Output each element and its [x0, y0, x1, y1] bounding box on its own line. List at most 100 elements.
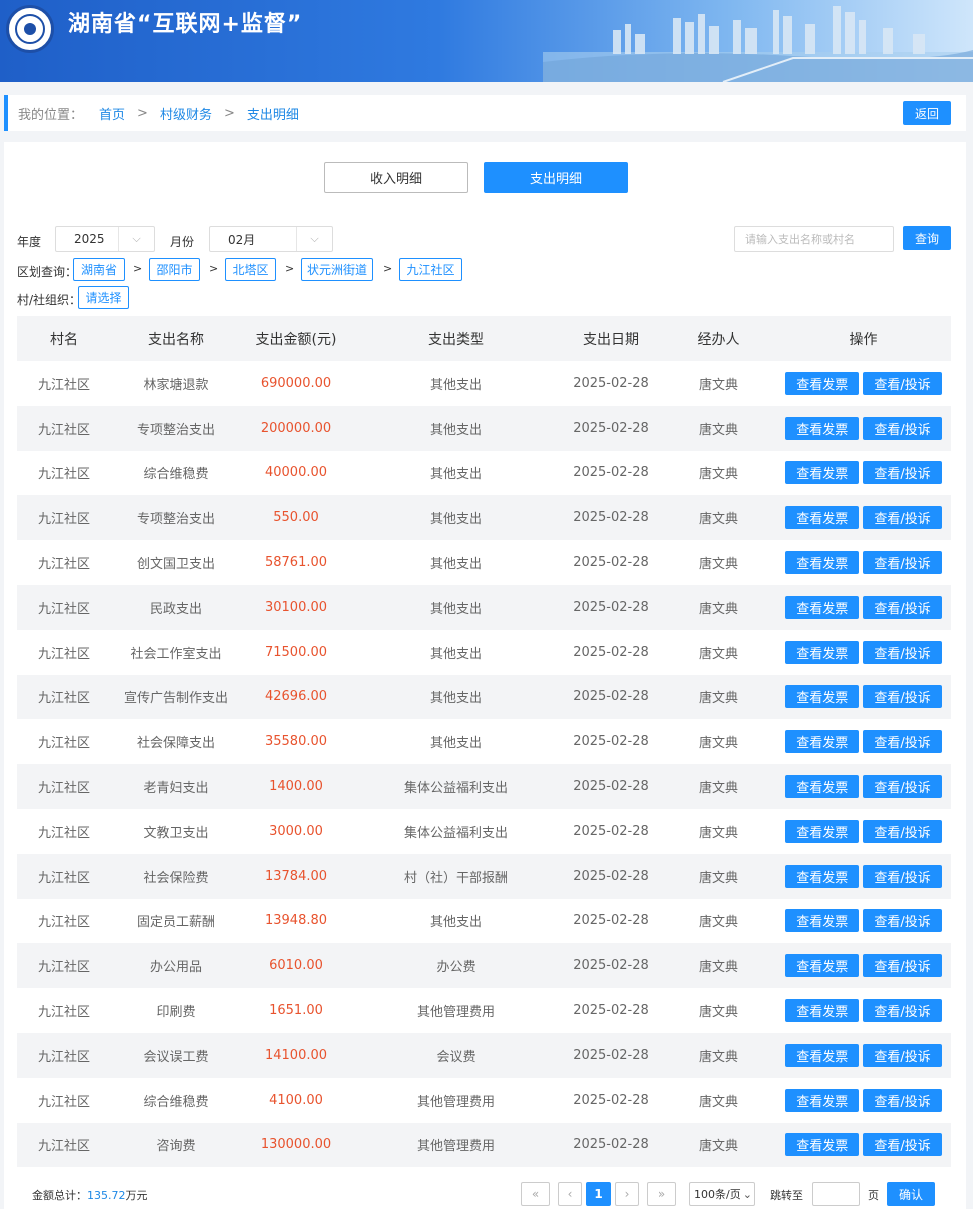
page-size-select[interactable]: 100条/页 ⌄: [689, 1182, 755, 1206]
cell-actions: 查看发票 查看/投诉: [776, 819, 951, 843]
view-complaint-button[interactable]: 查看/投诉: [863, 551, 942, 575]
view-invoice-button[interactable]: 查看发票: [785, 1133, 860, 1157]
view-invoice-button[interactable]: 查看发票: [785, 416, 860, 440]
view-invoice-button[interactable]: 查看发票: [785, 909, 860, 933]
view-invoice-button[interactable]: 查看发票: [785, 819, 860, 843]
cell-type: 其他管理费用: [416, 1139, 495, 1155]
page-1-button[interactable]: 1: [586, 1182, 611, 1206]
cell-actions: 查看发票 查看/投诉: [776, 371, 951, 395]
view-complaint-button[interactable]: 查看/投诉: [863, 461, 942, 485]
cell-village: 九江社区: [37, 646, 90, 662]
cell-amount: 1651.00: [269, 1003, 323, 1019]
view-invoice-button[interactable]: 查看发票: [785, 954, 860, 978]
view-complaint-button[interactable]: 查看/投诉: [863, 416, 942, 440]
header-amount: 支出金额(元): [255, 331, 337, 348]
jump-page-input[interactable]: [812, 1182, 860, 1206]
search-button[interactable]: 查询: [903, 226, 951, 250]
view-invoice-button[interactable]: 查看发票: [785, 775, 860, 799]
first-page-icon[interactable]: «: [521, 1182, 550, 1206]
view-invoice-button[interactable]: 查看发票: [785, 595, 860, 619]
cell-amount: 35580.00: [264, 734, 328, 750]
cell-actions: 查看发票 查看/投诉: [776, 461, 951, 485]
search-input[interactable]: [734, 226, 894, 252]
year-select[interactable]: 2025 ⌵: [55, 226, 155, 252]
view-invoice-button[interactable]: 查看发票: [785, 461, 860, 485]
view-complaint-button[interactable]: 查看/投诉: [863, 954, 942, 978]
cell-village: 九江社区: [37, 915, 90, 931]
last-page-icon[interactable]: »: [647, 1182, 676, 1206]
org-select[interactable]: 请选择: [78, 286, 129, 309]
table-row: 九江社区 社会保障支出 35580.00 其他支出 2025-02-28 唐文典 查看发票查…: [17, 719, 951, 764]
cell-type: 其他支出: [429, 691, 482, 707]
cell-amount: 690000.00: [260, 375, 332, 391]
cell-actions: 查看发票 查看/投诉: [776, 909, 951, 933]
cell-village: 九江社区: [37, 601, 90, 617]
cell-handler: 唐文典: [698, 1094, 738, 1110]
table-row: 九江社区 林家塘退款 690000.00 其他支出 2025-02-28 唐文典 查看发票查…: [17, 361, 951, 406]
region-province[interactable]: 湖南省: [73, 258, 125, 281]
back-button[interactable]: 返回: [902, 101, 951, 125]
breadcrumb-current[interactable]: 支出明细: [247, 104, 299, 123]
cell-handler: 唐文典: [698, 377, 738, 393]
prev-page-icon[interactable]: ‹: [558, 1182, 582, 1206]
cell-amount: 4100.00: [269, 1092, 323, 1108]
tab-expense-detail[interactable]: 支出明细: [484, 162, 628, 193]
cell-amount: 40000.00: [264, 465, 328, 481]
cell-date: 2025-02-28: [573, 1047, 649, 1063]
view-invoice-button[interactable]: 查看发票: [785, 864, 860, 888]
view-complaint-button[interactable]: 查看/投诉: [863, 730, 942, 754]
tab-income-detail[interactable]: 收入明细: [324, 162, 468, 193]
cell-amount: 130000.00: [260, 1137, 332, 1153]
view-invoice-button[interactable]: 查看发票: [785, 640, 860, 664]
view-invoice-button[interactable]: 查看发票: [785, 1088, 860, 1112]
view-complaint-button[interactable]: 查看/投诉: [863, 1043, 942, 1067]
view-complaint-button[interactable]: 查看/投诉: [863, 819, 942, 843]
view-complaint-button[interactable]: 查看/投诉: [863, 640, 942, 664]
view-complaint-button[interactable]: 查看/投诉: [863, 595, 942, 619]
view-complaint-button[interactable]: 查看/投诉: [863, 685, 942, 709]
view-complaint-button[interactable]: 查看/投诉: [863, 371, 942, 395]
cell-name: 文教卫支出: [143, 825, 209, 841]
view-invoice-button[interactable]: 查看发票: [785, 506, 860, 530]
view-invoice-button[interactable]: 查看发票: [785, 551, 860, 575]
cell-date: 2025-02-28: [573, 1092, 649, 1108]
cell-name: 老青妇支出: [143, 781, 209, 797]
cell-date: 2025-02-28: [573, 734, 649, 750]
total-value: 135.72: [87, 1189, 126, 1202]
view-complaint-button[interactable]: 查看/投诉: [863, 1133, 942, 1157]
view-invoice-button[interactable]: 查看发票: [785, 1043, 860, 1067]
cell-village: 九江社区: [37, 870, 90, 886]
cell-type: 办公费: [436, 960, 476, 976]
cell-amount: 30100.00: [264, 599, 328, 615]
cell-amount: 550.00: [273, 510, 319, 526]
org-label: 村/社组织：: [17, 293, 82, 307]
chevron-down-icon: ⌄: [742, 1187, 752, 1201]
cell-type: 其他支出: [429, 646, 482, 662]
view-invoice-button[interactable]: 查看发票: [785, 999, 860, 1023]
view-complaint-button[interactable]: 查看/投诉: [863, 999, 942, 1023]
view-invoice-button[interactable]: 查看发票: [785, 730, 860, 754]
view-invoice-button[interactable]: 查看发票: [785, 685, 860, 709]
cell-village: 九江社区: [37, 825, 90, 841]
view-complaint-button[interactable]: 查看/投诉: [863, 1088, 942, 1112]
cell-date: 2025-02-28: [573, 420, 649, 436]
breadcrumb-home-link[interactable]: 首页: [99, 104, 125, 123]
region-street[interactable]: 状元洲街道: [301, 258, 373, 281]
region-district[interactable]: 北塔区: [225, 258, 276, 281]
view-invoice-button[interactable]: 查看发票: [785, 371, 860, 395]
month-select[interactable]: 02月 ⌵: [209, 226, 333, 252]
next-page-icon[interactable]: ›: [615, 1182, 639, 1206]
view-complaint-button[interactable]: 查看/投诉: [863, 506, 942, 530]
view-complaint-button[interactable]: 查看/投诉: [863, 864, 942, 888]
cell-actions: 查看发票 查看/投诉: [776, 506, 951, 530]
region-city[interactable]: 邵阳市: [149, 258, 200, 281]
confirm-button[interactable]: 确认: [887, 1182, 935, 1206]
city-skyline-image: [543, 6, 973, 82]
view-complaint-button[interactable]: 查看/投诉: [863, 775, 942, 799]
cell-type: 其他支出: [429, 467, 482, 483]
cell-date: 2025-02-28: [573, 823, 649, 839]
breadcrumb-finance-link[interactable]: 村级财务: [160, 104, 212, 123]
cell-actions: 查看发票 查看/投诉: [776, 775, 951, 799]
region-community[interactable]: 九江社区: [399, 258, 462, 281]
view-complaint-button[interactable]: 查看/投诉: [863, 909, 942, 933]
